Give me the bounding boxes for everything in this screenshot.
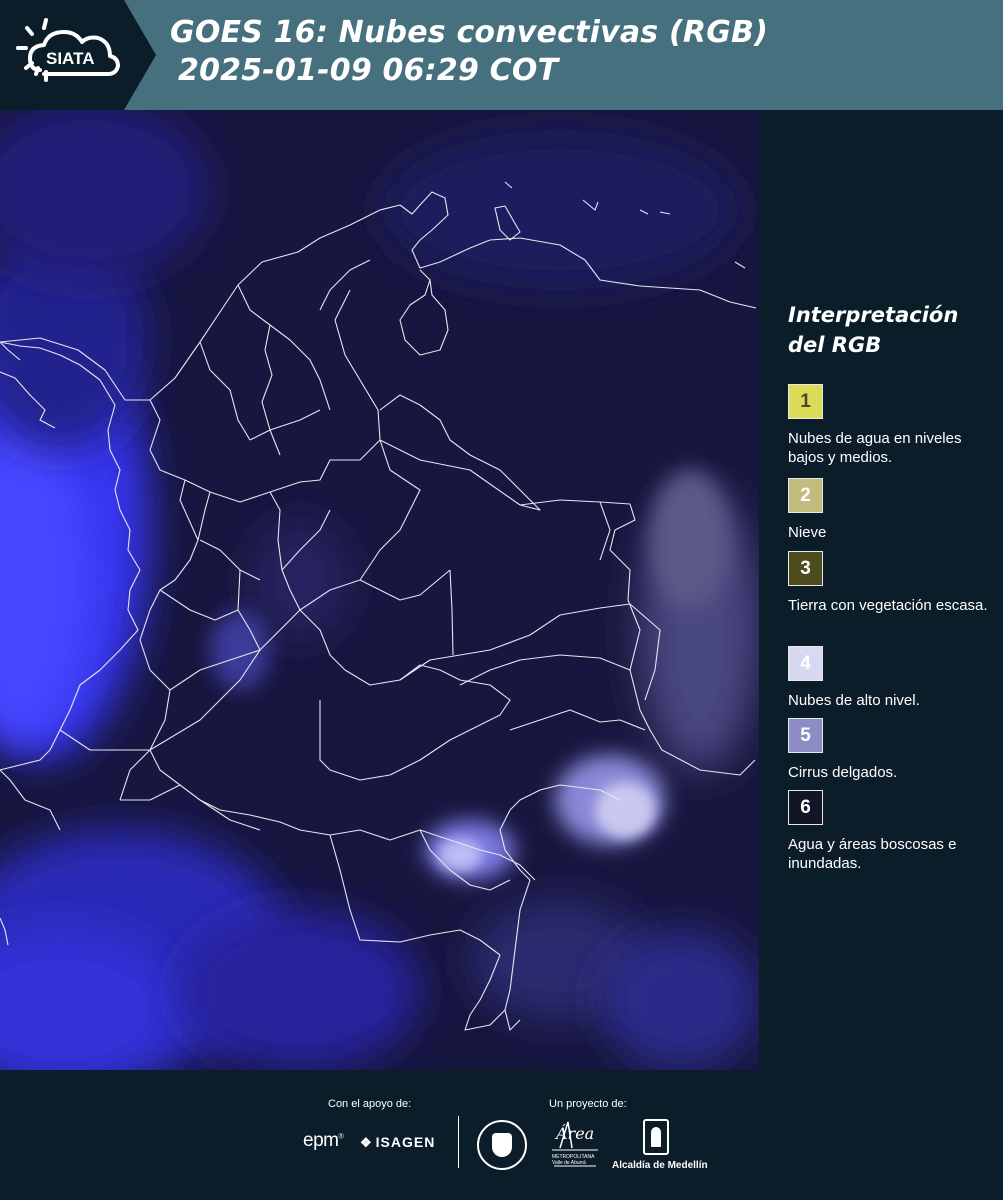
- medellin-seal-icon: [477, 1120, 527, 1170]
- header-bar: SIATA GOES 16: Nubes convectivas (RGB) 2…: [0, 0, 1003, 110]
- legend-item-6: 6 Agua y áreas boscosas e inundadas.: [788, 790, 988, 873]
- legend-swatch-6: 6: [788, 790, 823, 825]
- isagen-logo-text: ISAGEN: [375, 1134, 436, 1150]
- legend-title-line-2: del RGB: [788, 333, 882, 357]
- footer: Con el apoyo de: Un proyecto de: epm® ❖ I…: [0, 1070, 1003, 1200]
- legend-swatch-5: 5: [788, 718, 823, 753]
- alcaldia-shield-icon: [643, 1119, 669, 1155]
- legend-item-1: 1 Nubes de agua en niveles bajos y medio…: [788, 384, 988, 467]
- legend-label-5: Cirrus delgados.: [788, 764, 898, 781]
- support-label: Con el apoyo de:: [328, 1098, 412, 1110]
- legend-label-2: Nieve: [788, 524, 827, 541]
- legend-title: Interpretación del RGB: [788, 300, 988, 360]
- legend-item-4: 4 Nubes de alto nivel.: [788, 646, 988, 710]
- logo-text: SIATA: [46, 49, 94, 68]
- page-title: GOES 16: Nubes convectivas (RGB) 2025-01…: [170, 14, 768, 90]
- legend-swatch-1: 1: [788, 384, 823, 419]
- project-label: Un proyecto de:: [549, 1098, 627, 1110]
- legend-item-5: 5 Cirrus delgados.: [788, 718, 988, 782]
- legend: Interpretación del RGB 1 Nubes de agua e…: [788, 300, 988, 872]
- legend-item-2: 2 Nieve: [788, 478, 988, 542]
- legend-swatch-4: 4: [788, 646, 823, 681]
- isagen-logo: ❖ ISAGEN: [360, 1134, 435, 1151]
- legend-label-6: Agua y áreas boscosas e inundadas.: [788, 836, 957, 872]
- legend-label-3: Tierra con vegetación escasa.: [788, 597, 988, 614]
- footer-divider: [458, 1116, 459, 1168]
- title-line-1: GOES 16: Nubes convectivas (RGB): [170, 15, 769, 50]
- legend-item-3: 3 Tierra con vegetación escasa.: [788, 551, 988, 615]
- legend-label-1: Nubes de agua en niveles bajos y medios.: [788, 430, 962, 466]
- legend-label-4: Nubes de alto nivel.: [788, 692, 920, 709]
- area-logo-word: Área: [556, 1124, 595, 1143]
- siata-logo: SIATA: [0, 0, 160, 110]
- title-timestamp: 2025-01-09 06:29 COT: [178, 53, 559, 88]
- legend-title-line-1: Interpretación: [788, 303, 959, 327]
- legend-swatch-3: 3: [788, 551, 823, 586]
- isagen-mark-icon: ❖: [360, 1135, 373, 1150]
- area-logo-subtitle: METROPOLITANA Valle de Aburrá: [552, 1154, 595, 1166]
- epm-logo-text: epm: [303, 1130, 339, 1151]
- alcaldia-logo-text: Alcaldía de Medellín: [612, 1160, 708, 1171]
- satellite-map: [0, 110, 759, 1070]
- epm-logo: epm®: [303, 1130, 344, 1151]
- legend-swatch-2: 2: [788, 478, 823, 513]
- area-metropolitana-logo: Área METROPOLITANA Valle de Aburrá: [550, 1118, 600, 1170]
- page: SIATA GOES 16: Nubes convectivas (RGB) 2…: [0, 0, 1003, 1200]
